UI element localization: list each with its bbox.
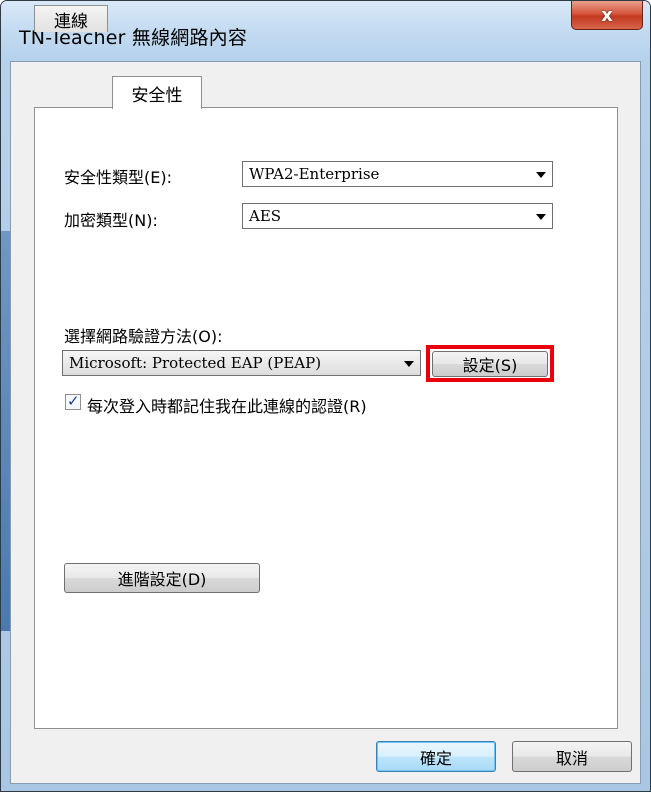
close-button[interactable]: x [571, 1, 643, 30]
window-frame-edge [1, 231, 10, 631]
ok-button-label: 確定 [419, 748, 452, 768]
security-type-label: 安全性類型(E): [64, 168, 172, 187]
advanced-settings-button[interactable]: 進階設定(D) [64, 563, 260, 593]
security-type-select[interactable]: WPA2-Enterprise [242, 161, 553, 187]
remember-credentials-label: 每次登入時都記住我在此連線的認證(R) [87, 397, 367, 416]
encryption-type-value: AES [249, 207, 282, 225]
chevron-down-icon [536, 214, 546, 220]
encryption-type-label: 加密類型(N): [64, 211, 158, 230]
tab-connection[interactable]: 連線 [34, 5, 108, 32]
chevron-down-icon [404, 361, 414, 367]
close-icon: x [601, 4, 613, 26]
encryption-type-select[interactable]: AES [242, 203, 553, 229]
tab-connection-label: 連線 [54, 11, 88, 32]
tab-security-label: 安全性 [131, 85, 183, 106]
advanced-settings-label: 進階設定(D) [117, 570, 207, 589]
checkmark-icon: ✓ [67, 392, 80, 410]
tab-security[interactable]: 安全性 [112, 76, 202, 109]
ok-button[interactable]: 確定 [376, 741, 496, 772]
chevron-down-icon [536, 172, 546, 178]
dialog-window: TN-Teacher 無線網路內容 x 連線 安全性 安全性類型(E): WPA… [0, 0, 651, 792]
remember-credentials-checkbox[interactable]: ✓ [65, 392, 81, 410]
auth-method-label: 選擇網路驗證方法(O): [64, 327, 223, 346]
security-tab-panel [34, 107, 618, 729]
auth-method-value: Microsoft: Protected EAP (PEAP) [69, 354, 322, 372]
cancel-button[interactable]: 取消 [512, 741, 632, 772]
security-type-value: WPA2-Enterprise [249, 165, 380, 183]
auth-method-select[interactable]: Microsoft: Protected EAP (PEAP) [62, 350, 421, 376]
cancel-button-label: 取消 [555, 748, 588, 768]
settings-highlight-box [426, 345, 554, 382]
